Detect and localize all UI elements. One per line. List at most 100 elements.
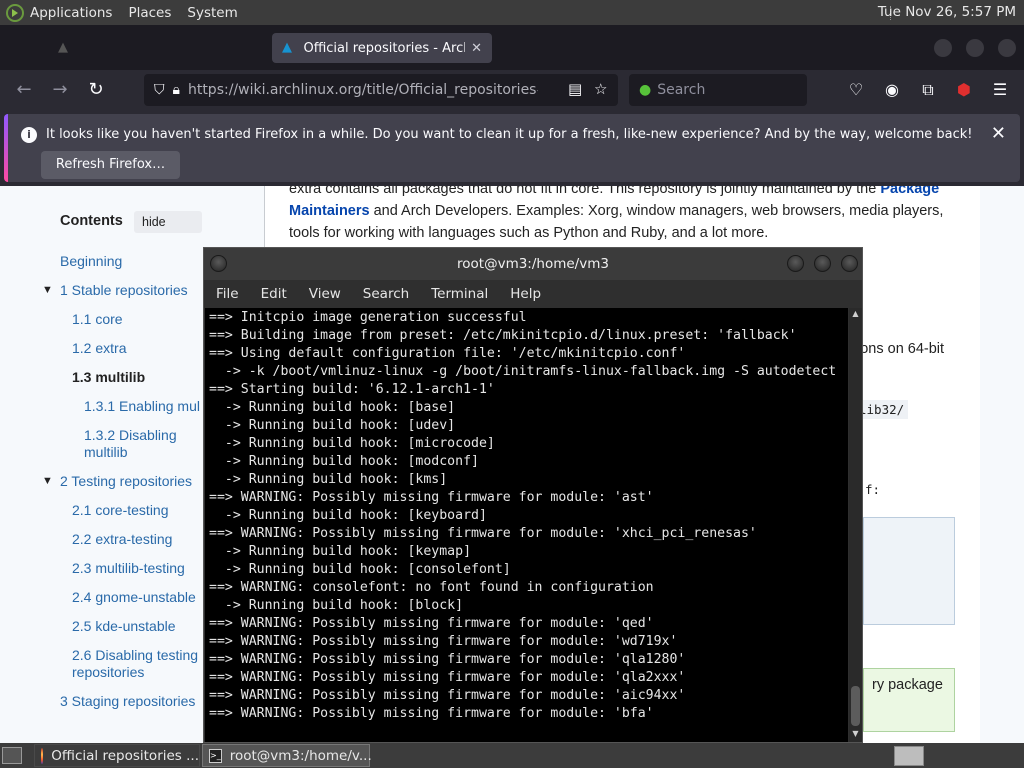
menu-view[interactable]: View bbox=[309, 286, 341, 302]
maximize-button[interactable] bbox=[966, 39, 984, 57]
tip-box: ry package bbox=[863, 668, 955, 732]
distro-logo-icon[interactable] bbox=[6, 3, 24, 22]
chevron-down-icon[interactable]: ▼ bbox=[42, 475, 53, 487]
url-text[interactable]: https://wiki.archlinux.org/title/Officia… bbox=[188, 82, 538, 98]
close-notification-icon[interactable]: ✕ bbox=[991, 123, 1006, 144]
show-desktop-icon[interactable] bbox=[2, 747, 22, 764]
menu-edit[interactable]: Edit bbox=[261, 286, 287, 302]
console-line: -> -k /boot/vmlinuz-linux -g /boot/initr… bbox=[209, 364, 837, 379]
console-line: ==> WARNING: Possibly missing firmware f… bbox=[209, 670, 686, 685]
toc-hide-button[interactable]: hide bbox=[134, 211, 202, 233]
extra-paragraph: extra contains all packages that do not … bbox=[289, 186, 959, 244]
url-bar[interactable]: ⛉ 🔒︎ https://wiki.archlinux.org/title/Of… bbox=[144, 74, 618, 106]
toc-item-disabling-multilib[interactable]: 1.3.2 Disabling bbox=[84, 427, 177, 443]
taskbar: Official repositories ... >_ root@vm3:/h… bbox=[0, 743, 1024, 768]
console-line: -> Running build hook: [base] bbox=[209, 400, 456, 415]
toc-item-disabling-testing[interactable]: 2.6 Disabling testing bbox=[72, 647, 198, 663]
toc-item-kde-unstable[interactable]: 2.5 kde-unstable bbox=[72, 618, 176, 634]
tab-label: Official repositories - ArchW bbox=[303, 40, 465, 56]
account-icon[interactable]: ◉ bbox=[882, 80, 902, 100]
console-line: -> Running build hook: [modconf] bbox=[209, 454, 479, 469]
refresh-notification: i It looks like you haven't started Fire… bbox=[4, 114, 1020, 182]
toc-item-multilib[interactable]: 1.3 multilib bbox=[72, 369, 145, 385]
toc-item-disabling-multilib-cont[interactable]: multilib bbox=[84, 444, 128, 460]
minimize-button[interactable] bbox=[934, 39, 952, 57]
terminal-title[interactable]: root@vm3:/home/vm3 bbox=[204, 248, 862, 280]
toc-item-beginning[interactable]: Beginning bbox=[60, 253, 122, 269]
terminal-menubar: File Edit View Search Terminal Help bbox=[204, 280, 862, 308]
toc-item-extra-testing[interactable]: 2.2 extra-testing bbox=[72, 531, 172, 547]
arch-favicon-icon: ▲ bbox=[282, 40, 292, 55]
terminal-close-button[interactable] bbox=[841, 255, 858, 272]
console-line: ==> WARNING: Possibly missing firmware f… bbox=[209, 652, 686, 667]
scroll-up-icon[interactable]: ▲ bbox=[849, 308, 862, 320]
ublock-icon[interactable]: ⬢ bbox=[954, 80, 974, 100]
toc-item-staging[interactable]: 3 Staging repositories bbox=[60, 693, 195, 709]
scrollbar-thumb[interactable] bbox=[851, 686, 860, 726]
console-line: ==> WARNING: Possibly missing firmware f… bbox=[209, 706, 654, 721]
console-line: ==> WARNING: Possibly missing firmware f… bbox=[209, 526, 757, 541]
toc-item-extra[interactable]: 1.2 extra bbox=[72, 340, 126, 356]
terminal-scrollbar[interactable]: ▲ ▼ bbox=[849, 308, 862, 742]
extensions-icon[interactable]: ⧉ bbox=[918, 80, 938, 100]
pocket-icon[interactable]: ♡ bbox=[846, 80, 866, 100]
applications-menu[interactable]: Applications bbox=[24, 5, 122, 21]
console-line: ==> WARNING: Possibly missing firmware f… bbox=[209, 688, 686, 703]
toc-title: Contents bbox=[60, 213, 123, 229]
terminal-minimize-button[interactable] bbox=[787, 255, 804, 272]
taskbar-terminal[interactable]: >_ root@vm3:/home/v... bbox=[202, 744, 372, 767]
terminal-menu-button[interactable] bbox=[210, 255, 227, 272]
console-line: ==> Starting build: '6.12.1-arch1-1' bbox=[209, 382, 495, 397]
places-menu[interactable]: Places bbox=[122, 5, 181, 21]
taskbar-firefox[interactable]: Official repositories ... bbox=[34, 744, 200, 767]
menu-search[interactable]: Search bbox=[363, 286, 409, 302]
menu-terminal[interactable]: Terminal bbox=[431, 286, 488, 302]
bookmark-star-icon[interactable]: ☆ bbox=[594, 80, 607, 98]
taskbar-label: Official repositories ... bbox=[51, 747, 199, 764]
toc-item-testing[interactable]: 2 Testing repositories bbox=[60, 473, 192, 489]
reader-view-icon[interactable]: ▤ bbox=[568, 80, 582, 98]
top-panel: Applications Places System Tue Nov 26, 5… bbox=[0, 0, 1024, 25]
console-line: -> Running build hook: [consolefont] bbox=[209, 562, 511, 577]
text-fragment: ions on 64-bit bbox=[857, 341, 945, 357]
console-line: ==> Using default configuration file: '/… bbox=[209, 346, 686, 361]
app-menu-icon[interactable]: ☰ bbox=[990, 80, 1010, 100]
tab-close-icon[interactable]: ✕ bbox=[471, 41, 482, 56]
toc-item-core-testing[interactable]: 2.1 core-testing bbox=[72, 502, 169, 518]
back-button[interactable]: ← bbox=[12, 78, 36, 102]
chevron-down-icon[interactable]: ▼ bbox=[42, 284, 53, 296]
search-bar[interactable]: ● Search bbox=[629, 74, 807, 106]
console-line: -> Running build hook: [keyboard] bbox=[209, 508, 487, 523]
toc-item-multilib-testing[interactable]: 2.3 multilib-testing bbox=[72, 560, 185, 576]
menu-file[interactable]: File bbox=[216, 286, 239, 302]
toc-item-enabling-multilib[interactable]: 1.3.1 Enabling mul bbox=[84, 398, 200, 414]
close-window-button[interactable] bbox=[998, 39, 1016, 57]
code-box bbox=[863, 517, 955, 625]
firefox-icon bbox=[41, 747, 44, 764]
tab-bar: ▲ ▲ Official repositories - ArchW ✕ bbox=[0, 25, 1024, 70]
refresh-firefox-button[interactable]: Refresh Firefox… bbox=[41, 151, 180, 179]
scroll-down-icon[interactable]: ▼ bbox=[849, 728, 862, 740]
terminal-maximize-button[interactable] bbox=[814, 255, 831, 272]
toc-item-disabling-testing-cont[interactable]: repositories bbox=[72, 664, 144, 680]
code-fragment: f: bbox=[865, 482, 881, 497]
search-engine-icon[interactable]: ● bbox=[639, 82, 651, 98]
terminal-console[interactable]: ==> Initcpio image generation successful… bbox=[205, 308, 848, 742]
reload-button[interactable]: ↻ bbox=[84, 78, 108, 102]
notification-message: It looks like you haven't started Firefo… bbox=[46, 127, 973, 142]
console-line: ==> WARNING: Possibly missing firmware f… bbox=[209, 616, 654, 631]
tab-official-repositories[interactable]: ▲ Official repositories - ArchW ✕ bbox=[272, 33, 492, 63]
shield-icon[interactable]: ⛉ bbox=[154, 82, 165, 98]
console-line: ==> WARNING: consolefont: no font found … bbox=[209, 580, 654, 595]
clock[interactable]: Tue Nov 26, 5:57 PM bbox=[878, 4, 1016, 20]
toc-item-stable[interactable]: 1 Stable repositories bbox=[60, 282, 188, 298]
toc-item-gnome-unstable[interactable]: 2.4 gnome-unstable bbox=[72, 589, 196, 605]
forward-button[interactable]: → bbox=[48, 78, 72, 102]
tab-inactive[interactable]: ▲ bbox=[48, 33, 268, 63]
info-icon: i bbox=[21, 127, 37, 143]
menu-help[interactable]: Help bbox=[510, 286, 541, 302]
lock-icon[interactable]: 🔒︎ bbox=[173, 82, 180, 98]
workspace-switcher[interactable] bbox=[894, 746, 924, 766]
system-menu[interactable]: System bbox=[181, 5, 247, 21]
toc-item-core[interactable]: 1.1 core bbox=[72, 311, 123, 327]
